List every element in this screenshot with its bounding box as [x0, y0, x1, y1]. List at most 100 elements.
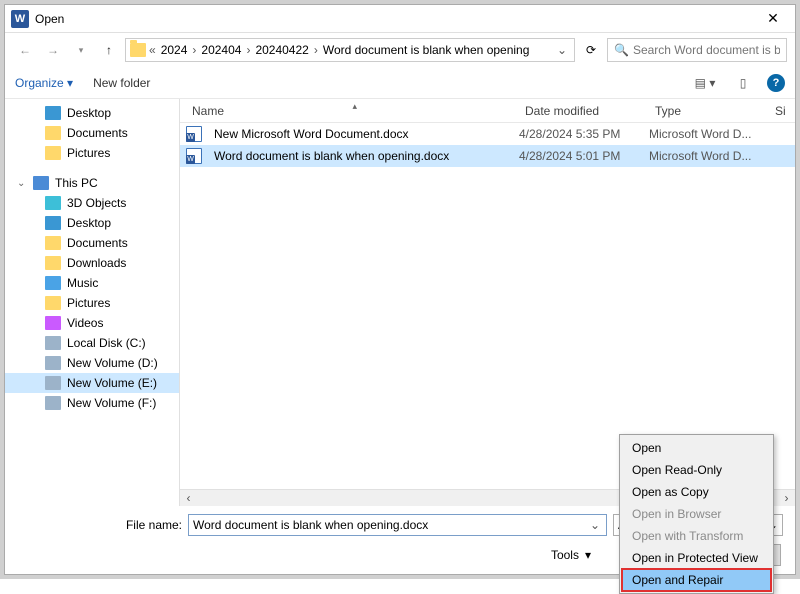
word-document-icon	[186, 148, 202, 164]
file-date: 4/28/2024 5:01 PM	[519, 149, 649, 163]
sidebar-item-label: This PC	[55, 176, 98, 190]
column-headers: Name▴ Date modified Type Si	[180, 99, 795, 123]
search-box[interactable]: 🔍	[607, 38, 787, 62]
sidebar-item-music[interactable]: Music	[5, 273, 179, 293]
up-button[interactable]: ↑	[97, 38, 121, 62]
sidebar-item-label: New Volume (E:)	[67, 376, 157, 390]
sidebar-item-label: Music	[67, 276, 98, 290]
sidebar-item-label: New Volume (D:)	[67, 356, 158, 370]
menu-item-open-and-repair[interactable]: Open and Repair	[622, 569, 771, 591]
breadcrumb[interactable]: « 2024 › 202404 › 20240422 › Word docume…	[125, 38, 575, 62]
sidebar-item-label: Desktop	[67, 216, 111, 230]
breadcrumb-item[interactable]: 20240422	[253, 43, 310, 57]
breadcrumb-overflow[interactable]: «	[148, 43, 157, 57]
window-title: Open	[35, 12, 757, 26]
sidebar-item-new-volume-f-[interactable]: New Volume (F:)	[5, 393, 179, 413]
word-icon: W	[11, 10, 29, 28]
sidebar-item-label: 3D Objects	[67, 196, 126, 210]
sidebar-item-desktop[interactable]: Desktop	[5, 103, 179, 123]
search-input[interactable]	[633, 43, 780, 57]
recent-dropdown[interactable]: ▾	[69, 38, 93, 62]
column-type[interactable]: Type	[649, 104, 769, 118]
file-type: Microsoft Word D...	[649, 127, 769, 141]
tools-button[interactable]: Tools ▾	[551, 548, 591, 562]
folder-icon	[45, 236, 61, 250]
sidebar-item-label: Documents	[67, 236, 128, 250]
preview-pane-button[interactable]: ▯	[729, 73, 757, 93]
toolbar: Organize ▾ New folder ▤ ▾ ▯ ?	[5, 67, 795, 99]
file-name: Word document is blank when opening.docx	[208, 149, 519, 163]
disk-icon	[45, 376, 61, 390]
scroll-right-button[interactable]: ›	[778, 490, 795, 506]
sidebar-item-documents[interactable]: Documents	[5, 123, 179, 143]
file-row[interactable]: New Microsoft Word Document.docx 4/28/20…	[180, 123, 795, 145]
sidebar-item-label: Desktop	[67, 106, 111, 120]
sidebar: Desktop Documents Pictures ⌄ This PC 3D Objec…	[5, 99, 180, 506]
refresh-button[interactable]: ⟳	[579, 38, 603, 62]
sidebar-item-label: Documents	[67, 126, 128, 140]
forward-button[interactable]: →	[41, 38, 65, 62]
sidebar-item-new-volume-e-[interactable]: New Volume (E:)	[5, 373, 179, 393]
folder-icon	[130, 43, 146, 57]
open-dropdown-menu: OpenOpen Read-OnlyOpen as CopyOpen in Br…	[619, 434, 774, 594]
filename-combobox[interactable]: ⌄	[188, 514, 607, 536]
sidebar-item-this-pc[interactable]: ⌄ This PC	[5, 173, 179, 193]
sidebar-item-local-disk-c-[interactable]: Local Disk (C:)	[5, 333, 179, 353]
disk-icon	[45, 396, 61, 410]
disk-icon	[45, 356, 61, 370]
filename-dropdown-icon[interactable]: ⌄	[588, 518, 602, 532]
folder-icon	[45, 126, 61, 140]
folder-icon	[45, 296, 61, 310]
sidebar-item-videos[interactable]: Videos	[5, 313, 179, 333]
sidebar-item-pictures[interactable]: Pictures	[5, 143, 179, 163]
sidebar-item-desktop[interactable]: Desktop	[5, 213, 179, 233]
sidebar-item-documents[interactable]: Documents	[5, 233, 179, 253]
sort-ascending-icon: ▴	[353, 101, 358, 112]
pc-icon	[33, 176, 49, 190]
help-button[interactable]: ?	[767, 74, 785, 92]
search-icon: 🔍	[614, 43, 629, 57]
breadcrumb-item[interactable]: 202404	[199, 43, 243, 57]
sidebar-item-label: Pictures	[67, 146, 110, 160]
menu-item-open-in-protected-view[interactable]: Open in Protected View	[622, 547, 771, 569]
column-name[interactable]: Name▴	[186, 104, 519, 118]
sidebar-item-downloads[interactable]: Downloads	[5, 253, 179, 273]
sidebar-item-pictures[interactable]: Pictures	[5, 293, 179, 313]
menu-item-open-read-only[interactable]: Open Read-Only	[622, 459, 771, 481]
sidebar-item-label: New Volume (F:)	[67, 396, 156, 410]
desktop-icon	[45, 106, 61, 120]
close-button[interactable]: ✕	[757, 10, 789, 27]
file-type: Microsoft Word D...	[649, 149, 769, 163]
file-date: 4/28/2024 5:35 PM	[519, 127, 649, 141]
column-date[interactable]: Date modified	[519, 104, 649, 118]
titlebar: W Open ✕	[5, 5, 795, 33]
sidebar-item-new-volume-d-[interactable]: New Volume (D:)	[5, 353, 179, 373]
navbar: ← → ▾ ↑ « 2024 › 202404 › 20240422 › Wor…	[5, 33, 795, 67]
disk-icon	[45, 336, 61, 350]
organize-button[interactable]: Organize ▾	[15, 76, 73, 90]
sidebar-item-label: Videos	[67, 316, 103, 330]
back-button[interactable]: ←	[13, 38, 37, 62]
breadcrumb-item[interactable]: Word document is blank when opening	[321, 43, 532, 57]
menu-item-open-in-browser: Open in Browser	[622, 503, 771, 525]
breadcrumb-item[interactable]: 2024	[159, 43, 190, 57]
view-mode-button[interactable]: ▤ ▾	[691, 73, 719, 93]
new-folder-button[interactable]: New folder	[93, 76, 150, 90]
sidebar-item-3d-objects[interactable]: 3D Objects	[5, 193, 179, 213]
menu-item-open-as-copy[interactable]: Open as Copy	[622, 481, 771, 503]
desktop-icon	[45, 216, 61, 230]
column-size[interactable]: Si	[769, 104, 789, 118]
menu-item-open[interactable]: Open	[622, 437, 771, 459]
folder-icon	[45, 146, 61, 160]
chevron-down-icon: ▾	[585, 548, 591, 562]
video-icon	[45, 316, 61, 330]
menu-item-open-with-transform: Open with Transform	[622, 525, 771, 547]
expand-icon[interactable]: ⌄	[17, 178, 25, 189]
3d-icon	[45, 196, 61, 210]
scroll-left-button[interactable]: ‹	[180, 490, 197, 506]
sidebar-item-label: Pictures	[67, 296, 110, 310]
breadcrumb-dropdown[interactable]: ⌄	[554, 43, 570, 57]
filename-input[interactable]	[193, 518, 588, 532]
file-row[interactable]: Word document is blank when opening.docx…	[180, 145, 795, 167]
filename-label: File name:	[17, 518, 182, 532]
